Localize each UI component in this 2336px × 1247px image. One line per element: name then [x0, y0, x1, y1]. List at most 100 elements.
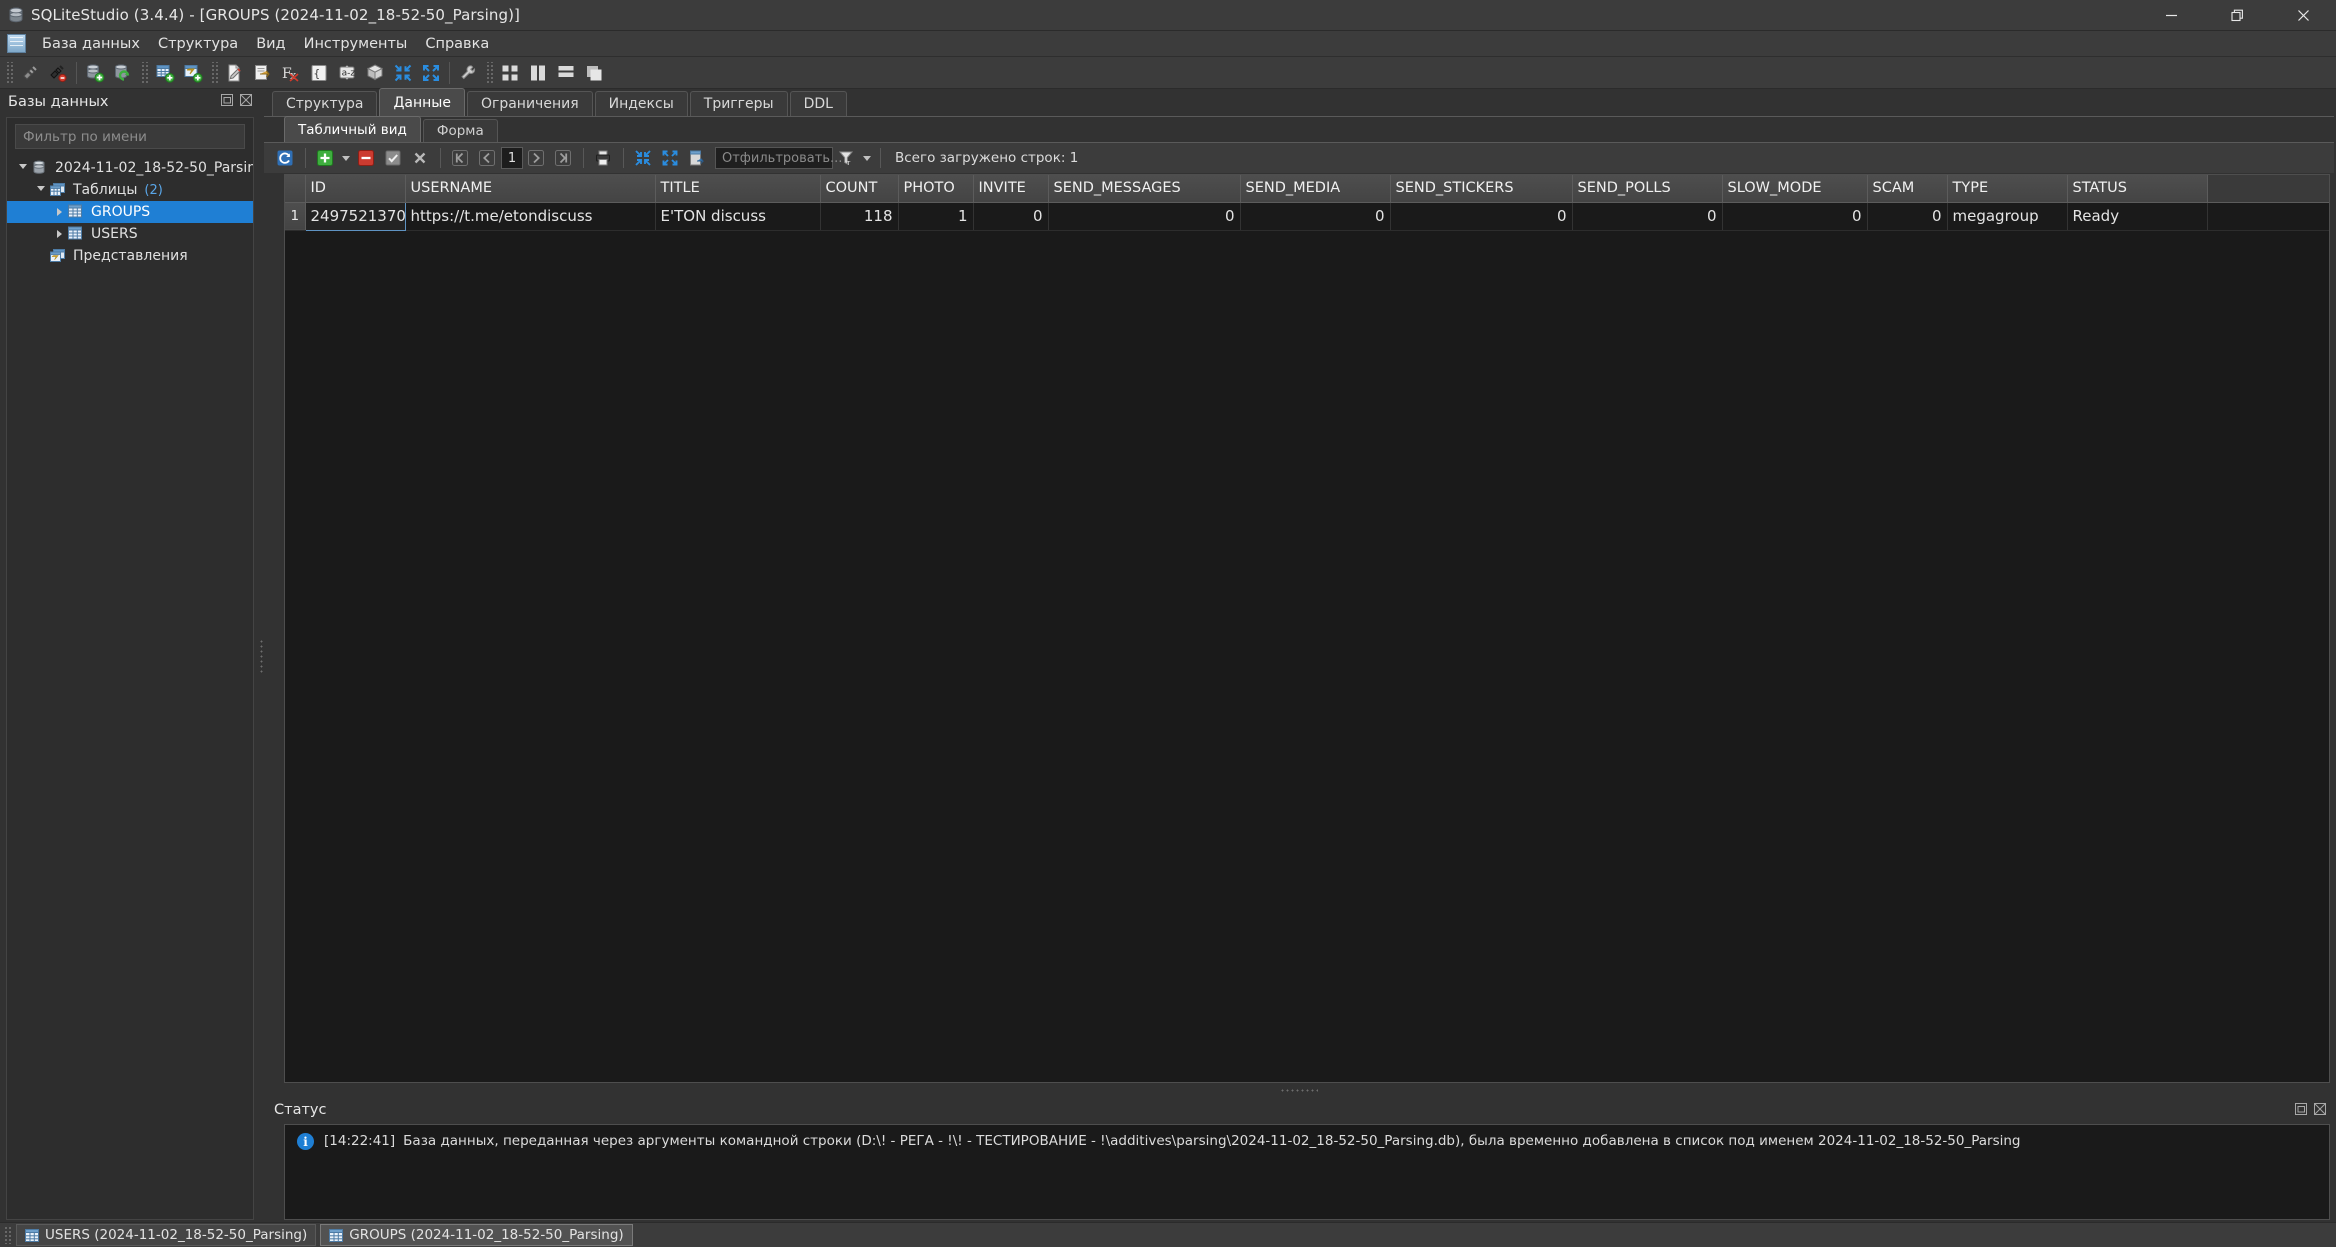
- column-header-status[interactable]: STATUS: [2067, 175, 2208, 203]
- filter-data-input[interactable]: Отфильтровать...: [715, 147, 842, 169]
- column-header-send_messages[interactable]: SEND_MESSAGES: [1048, 175, 1241, 203]
- next-page-icon[interactable]: [523, 146, 549, 170]
- chevron-down-icon[interactable]: [33, 179, 49, 201]
- collapse-columns-icon[interactable]: [630, 146, 656, 170]
- minimize-button[interactable]: [2138, 0, 2204, 31]
- cell-count[interactable]: 118: [820, 202, 899, 231]
- cell-send_media[interactable]: 0: [1240, 202, 1391, 231]
- cell-send_stickers[interactable]: 0: [1390, 202, 1573, 231]
- chevron-right-icon[interactable]: [51, 201, 67, 223]
- collation-icon[interactable]: a-z: [333, 60, 361, 86]
- menu-database[interactable]: База данных: [33, 33, 149, 55]
- column-header-type[interactable]: TYPE: [1947, 175, 2068, 203]
- close-panel-icon[interactable]: [238, 92, 254, 108]
- taskbar-grip[interactable]: [4, 1226, 12, 1244]
- column-header-title[interactable]: TITLE: [655, 175, 821, 203]
- cell-id[interactable]: 2497521370: [304, 201, 406, 231]
- filter-funnel-icon[interactable]: т: [833, 146, 859, 170]
- chevron-down-icon[interactable]: [15, 157, 31, 179]
- connect-db-icon[interactable]: [16, 60, 44, 86]
- column-header-id[interactable]: ID: [305, 175, 406, 203]
- tile-windows-icon[interactable]: [496, 60, 524, 86]
- filter-mode-dropdown-icon[interactable]: [860, 146, 874, 170]
- tree-item-tables[interactable]: Таблицы (2): [7, 179, 253, 201]
- taskbar-button-users[interactable]: USERS (2024-11-02_18-52-50_Parsing): [16, 1224, 317, 1246]
- add-database-icon[interactable]: [81, 60, 109, 86]
- toolbar-grip-3[interactable]: [210, 61, 218, 84]
- refresh-database-icon[interactable]: [109, 60, 137, 86]
- table-row[interactable]: 1 2497521370 https://t.me/etondiscuss E'TON…: [285, 201, 2329, 231]
- column-header-photo[interactable]: PHOTO: [898, 175, 974, 203]
- menu-tools[interactable]: Инструменты: [295, 33, 417, 55]
- create-view-icon[interactable]: [179, 60, 207, 86]
- tile-vertically-icon[interactable]: [524, 60, 552, 86]
- expand-columns-icon[interactable]: [657, 146, 683, 170]
- first-page-icon[interactable]: [447, 146, 473, 170]
- horizontal-splitter[interactable]: [264, 1083, 2334, 1097]
- create-table-icon[interactable]: [151, 60, 179, 86]
- cell-scam[interactable]: 0: [1867, 202, 1948, 231]
- menu-help[interactable]: Справка: [416, 33, 498, 55]
- sidebar-item-views[interactable]: Представления: [7, 245, 253, 267]
- toolbar-grip-4[interactable]: [485, 61, 493, 84]
- tab-data[interactable]: Данные: [379, 88, 465, 116]
- cell-send_polls[interactable]: 0: [1572, 202, 1723, 231]
- column-header-count[interactable]: COUNT: [820, 175, 899, 203]
- insert-row-icon[interactable]: [312, 146, 338, 170]
- mdi-system-menu-icon[interactable]: [7, 34, 26, 53]
- menu-structure[interactable]: Структура: [149, 33, 247, 55]
- close-button[interactable]: [2270, 0, 2336, 31]
- status-log[interactable]: i [14:22:41] База данных, переданная чер…: [284, 1124, 2330, 1220]
- close-panel-icon[interactable]: [2312, 1101, 2328, 1117]
- restore-button[interactable]: [2204, 0, 2270, 31]
- column-header-invite[interactable]: INVITE: [973, 175, 1049, 203]
- cell-send_messages[interactable]: 0: [1048, 202, 1241, 231]
- extensions-icon[interactable]: [361, 60, 389, 86]
- tree-item-database[interactable]: 2024-11-02_18-52-50_Parsing (: [7, 157, 253, 179]
- last-page-icon[interactable]: [550, 146, 576, 170]
- cell-photo[interactable]: 1: [898, 202, 974, 231]
- chevron-right-icon[interactable]: [51, 223, 67, 245]
- tab-ddl[interactable]: DDL: [789, 91, 847, 116]
- tab-indexes[interactable]: Индексы: [594, 91, 688, 116]
- taskbar-button-groups[interactable]: GROUPS (2024-11-02_18-52-50_Parsing): [320, 1224, 633, 1246]
- tab-constraints[interactable]: Ограничения: [466, 91, 593, 116]
- previous-page-icon[interactable]: [474, 146, 500, 170]
- cell-slow_mode[interactable]: 0: [1722, 202, 1868, 231]
- disconnect-db-icon[interactable]: [44, 60, 72, 86]
- tab-grid-view[interactable]: Табличный вид: [284, 116, 421, 142]
- column-header-send_polls[interactable]: SEND_POLLS: [1572, 175, 1723, 203]
- cell-username[interactable]: https://t.me/etondiscuss: [405, 202, 656, 231]
- tab-triggers[interactable]: Триггеры: [689, 91, 788, 116]
- column-header-slow_mode[interactable]: SLOW_MODE: [1722, 175, 1868, 203]
- cell-invite[interactable]: 0: [973, 202, 1049, 231]
- column-header-username[interactable]: USERNAME: [405, 175, 656, 203]
- tab-form-view[interactable]: Форма: [422, 119, 498, 142]
- code-formatter-icon[interactable]: { }: [305, 60, 333, 86]
- export-data-icon[interactable]: [684, 146, 710, 170]
- column-header-send_media[interactable]: SEND_MEDIA: [1240, 175, 1391, 203]
- commit-changes-icon[interactable]: [380, 146, 406, 170]
- row-number[interactable]: 1: [285, 202, 306, 231]
- cell-type[interactable]: megagroup: [1947, 202, 2068, 231]
- float-panel-icon[interactable]: [219, 92, 235, 108]
- sidebar-item-users[interactable]: USERS: [7, 223, 253, 245]
- float-panel-icon[interactable]: [2293, 1101, 2309, 1117]
- open-sql-editor-icon[interactable]: [221, 60, 249, 86]
- expand-all-icon[interactable]: [417, 60, 445, 86]
- import-icon[interactable]: [249, 60, 277, 86]
- toolbar-grip[interactable]: [5, 61, 13, 84]
- column-header-send_stickers[interactable]: SEND_STICKERS: [1390, 175, 1573, 203]
- cascade-windows-icon[interactable]: [580, 60, 608, 86]
- data-grid[interactable]: ID USERNAME TITLE COUNT PHOTO INVITE SEND_MESS…: [284, 174, 2330, 1083]
- collapse-all-icon[interactable]: [389, 60, 417, 86]
- insert-row-dropdown-icon[interactable]: [339, 146, 353, 170]
- sidebar-item-groups[interactable]: GROUPS: [7, 201, 253, 223]
- filter-input[interactable]: Фильтр по имени: [15, 124, 245, 149]
- cell-title[interactable]: E'TON discuss: [655, 202, 821, 231]
- tab-structure[interactable]: Структура: [272, 91, 378, 116]
- settings-wrench-icon[interactable]: [454, 60, 482, 86]
- menu-view[interactable]: Вид: [247, 33, 294, 55]
- rollback-changes-icon[interactable]: [407, 146, 433, 170]
- cell-status[interactable]: Ready: [2067, 202, 2208, 231]
